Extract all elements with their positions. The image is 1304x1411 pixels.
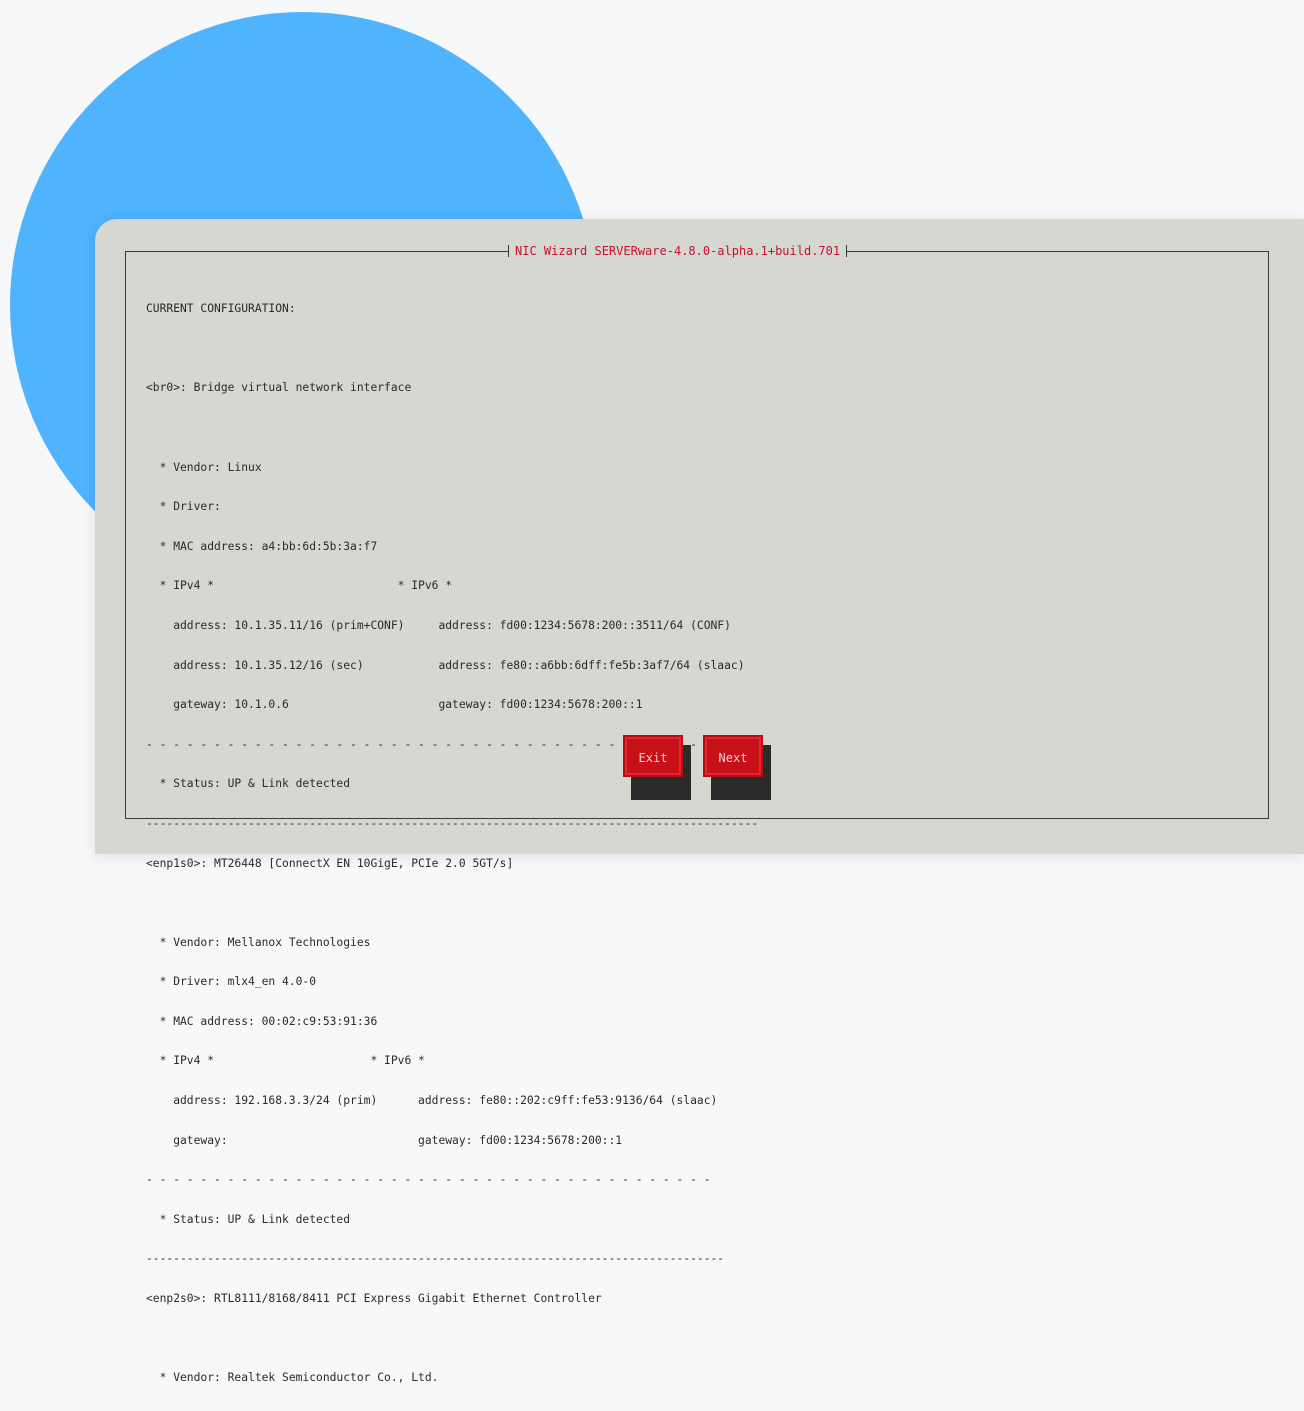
console-line: address: 10.1.35.11/16 (prim+CONF) addre…: [146, 618, 731, 632]
console-line: ----------------------------------------…: [146, 1252, 725, 1266]
console-line: <enp2s0>: RTL8111/8168/8411 PCI Express …: [146, 1292, 602, 1306]
console-line: * Driver: mlx4_en 4.0-0: [146, 975, 317, 989]
console-line: ----------------------------------------…: [146, 816, 759, 830]
console-line: <br0>: Bridge virtual network interface: [146, 381, 412, 395]
configuration-output: CURRENT CONFIGURATION: <br0>: Bridge vir…: [146, 289, 758, 1411]
console-line: gateway: 10.1.0.6 gateway: fd00:1234:567…: [146, 698, 643, 712]
exit-button[interactable]: Exit: [623, 735, 683, 777]
console-line: * IPv4 * * IPv6 *: [146, 1054, 425, 1068]
console-line: - - - - - - - - - - - - - - - - - - - - …: [146, 1173, 711, 1187]
console-line: * MAC address: a4:bb:6d:5b:3a:f7: [146, 539, 378, 553]
console-line: * Vendor: Mellanox Technologies: [146, 935, 371, 949]
console-line: CURRENT CONFIGURATION:: [146, 302, 296, 316]
console-line: * IPv4 * * IPv6 *: [146, 579, 453, 593]
nic-wizard-window: NIC Wizard SERVERware-4.8.0-alpha.1+buil…: [95, 219, 1304, 1384]
exit-button-group: Exit: [623, 735, 691, 800]
console-line: * Driver:: [146, 500, 221, 514]
console-line: * Vendor: Linux: [146, 460, 262, 474]
console-line: address: 192.168.3.3/24 (prim) address: …: [146, 1094, 718, 1108]
next-button-group: Next: [703, 735, 771, 800]
console-line: * Status: UP & Link detected: [146, 1212, 351, 1226]
console-line: * Vendor: Realtek Semiconductor Co., Ltd…: [146, 1371, 439, 1385]
window-title: NIC Wizard SERVERware-4.8.0-alpha.1+buil…: [507, 243, 848, 259]
console-line: address: 10.1.35.12/16 (sec) address: fe…: [146, 658, 745, 672]
next-button[interactable]: Next: [703, 735, 763, 777]
exit-button-label: Exit: [638, 751, 668, 765]
console-line: <enp1s0>: MT26448 [ConnectX EN 10GigE, P…: [146, 856, 514, 870]
console-line: * MAC address: 00:02:c9:53:91:36: [146, 1014, 378, 1028]
next-button-label: Next: [718, 751, 748, 765]
console-line: gateway: gateway: fd00:1234:5678:200::1: [146, 1133, 623, 1147]
